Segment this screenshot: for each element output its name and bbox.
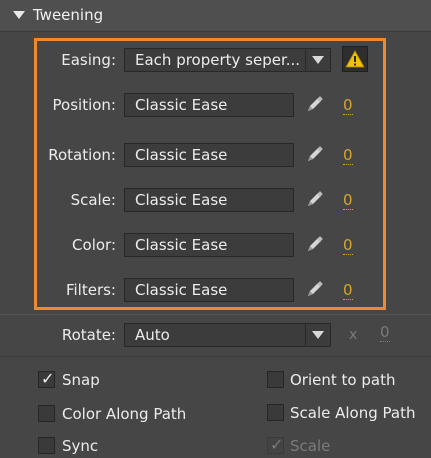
pencil-icon[interactable] [303, 144, 325, 166]
pencil-icon[interactable] [303, 279, 325, 301]
position-ease-field[interactable]: Classic Ease [124, 93, 294, 117]
color-label: Color: [72, 236, 116, 254]
scale-along-path-checkbox[interactable] [267, 404, 284, 421]
orient-to-path-label[interactable]: Orient to path [290, 371, 395, 389]
warning-triangle-icon [345, 50, 365, 68]
rotation-label: Rotation: [48, 146, 116, 164]
easing-select-value: Each property seper... [135, 51, 301, 69]
snap-checkbox[interactable]: ✓ [38, 369, 55, 388]
orient-to-path-checkbox[interactable] [267, 371, 284, 388]
chevron-down-icon [312, 56, 324, 64]
collapse-arrow-icon[interactable] [13, 11, 25, 19]
scale-value[interactable]: 0 [343, 192, 353, 210]
rotation-ease-field[interactable]: Classic Ease [124, 143, 294, 167]
scale-checkbox: ✓ [267, 435, 284, 454]
easing-warning-button[interactable] [342, 46, 368, 72]
easing-dropdown-button[interactable] [305, 49, 330, 71]
scale-along-path-label[interactable]: Scale Along Path [290, 404, 415, 422]
rotate-select[interactable]: Auto [124, 323, 331, 347]
sync-checkbox[interactable] [38, 437, 55, 454]
checkmark-icon: ✓ [270, 435, 284, 454]
pencil-icon[interactable] [303, 94, 325, 116]
scale-label: Scale: [70, 191, 116, 209]
rotation-value[interactable]: 0 [343, 147, 353, 165]
scale-ease-field[interactable]: Classic Ease [124, 188, 294, 212]
checkmark-icon: ✓ [41, 369, 55, 388]
position-label: Position: [52, 96, 116, 114]
section-title: Tweening [33, 6, 104, 24]
color-value[interactable]: 0 [343, 237, 353, 255]
tweening-section-header[interactable]: Tweening [0, 0, 431, 32]
color-ease-field[interactable]: Classic Ease [124, 233, 294, 257]
snap-label[interactable]: Snap [62, 371, 100, 389]
filters-ease-field[interactable]: Classic Ease [124, 278, 294, 302]
rotate-select-value: Auto [135, 326, 170, 344]
divider [0, 356, 431, 357]
rotate-label: Rotate: [61, 326, 116, 344]
highlight-box [34, 38, 386, 310]
filters-label: Filters: [65, 281, 116, 299]
times-symbol: x [349, 327, 358, 343]
position-value[interactable]: 0 [343, 97, 353, 115]
color-along-path-label[interactable]: Color Along Path [62, 405, 186, 423]
sync-label[interactable]: Sync [62, 437, 98, 455]
filters-value[interactable]: 0 [343, 282, 353, 300]
rotate-dropdown-button[interactable] [305, 324, 330, 346]
divider [0, 314, 431, 315]
chevron-down-icon [312, 331, 324, 339]
easing-select[interactable]: Each property seper... [124, 48, 331, 72]
pencil-icon[interactable] [303, 189, 325, 211]
scale-label-option: Scale [290, 437, 331, 455]
rotate-count[interactable]: 0 [380, 324, 390, 342]
color-along-path-checkbox[interactable] [38, 405, 55, 422]
easing-label: Easing: [61, 51, 116, 69]
pencil-icon[interactable] [303, 234, 325, 256]
